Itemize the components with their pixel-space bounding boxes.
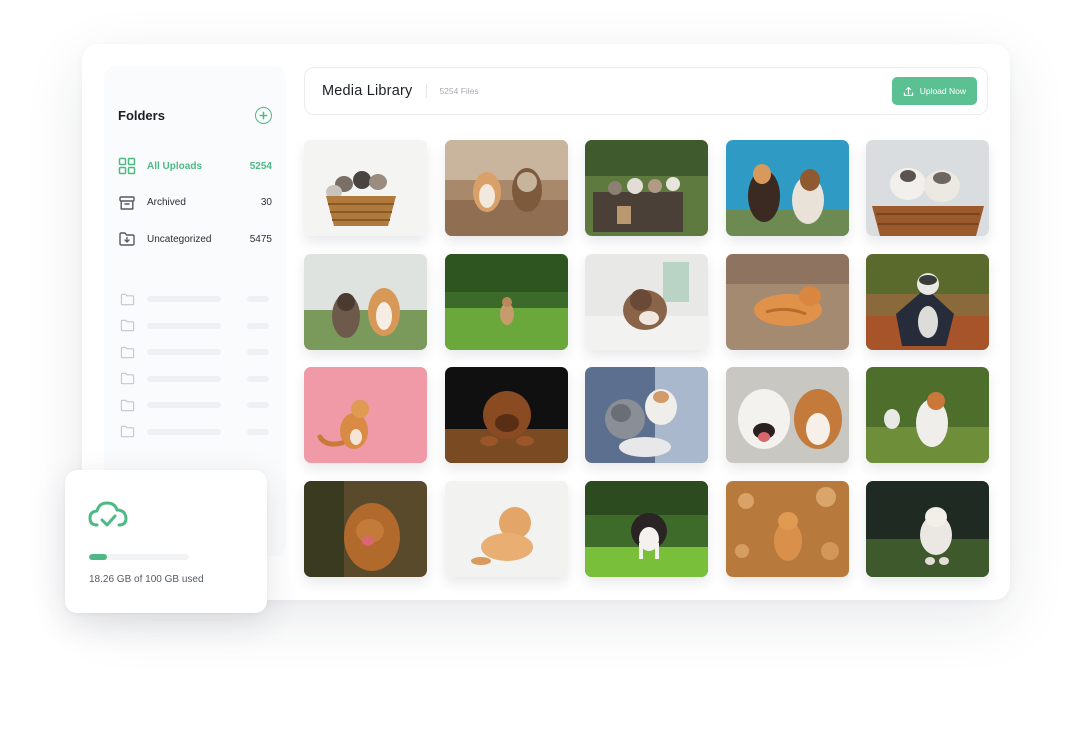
upload-button-label: Upload Now (919, 86, 966, 96)
puppy-and-corgi-grass-photo (304, 253, 427, 350)
placeholder-bar (147, 402, 221, 409)
folder-download-icon (119, 232, 135, 246)
placeholder-folder-row (120, 313, 272, 340)
puppy-on-bed-photo (585, 253, 708, 350)
file-count: 5254 Files (439, 86, 479, 96)
folder-label: Archived (147, 197, 186, 209)
media-thumbnail[interactable] (866, 367, 989, 463)
folder-label: Uncategorized (147, 233, 212, 245)
media-thumbnail[interactable] (725, 253, 849, 350)
placeholder-bar (147, 322, 221, 329)
media-grid (304, 140, 989, 577)
media-thumbnail[interactable] (725, 480, 849, 577)
ginger-kitten-white-photo (444, 480, 568, 577)
kitten-bokeh-photo (725, 480, 849, 577)
folder-outline-icon (120, 399, 135, 411)
cat-on-pink-photo (304, 367, 427, 463)
placeholder-folder-row (120, 366, 272, 393)
storage-usage-text: 18.26 GB of 100 GB used (89, 574, 204, 585)
placeholder-folder-row (120, 392, 272, 419)
upload-now-button[interactable]: Upload Now (891, 77, 977, 105)
puppy-on-table-photo (444, 367, 568, 463)
placeholder-folder-row (120, 339, 272, 366)
storage-progress-bar (89, 554, 189, 560)
golden-puppy-forest-photo (304, 480, 427, 577)
media-thumbnail[interactable] (866, 253, 989, 350)
sidebar-title: Folders (118, 107, 165, 123)
library-header: Media Library 5254 Files Upload Now (304, 67, 988, 115)
kitten-in-meadow-photo (444, 253, 568, 350)
header-divider (426, 84, 428, 98)
corgi-and-terrier-photo (444, 140, 568, 236)
media-thumbnail[interactable] (444, 140, 568, 236)
folder-item-uncategorized[interactable]: Uncategorized 5475 (118, 221, 272, 258)
media-thumbnail[interactable] (866, 140, 989, 236)
placeholder-bar (147, 375, 221, 382)
placeholder-bar (147, 296, 221, 303)
ginger-cat-lying-photo (725, 253, 849, 350)
folder-outline-icon (120, 320, 135, 332)
folder-label: All Uploads (147, 160, 203, 172)
plus-circle-icon (259, 111, 268, 119)
media-thumbnail[interactable] (444, 253, 568, 350)
media-thumbnail[interactable] (585, 253, 708, 350)
storage-usage-card: 18.26 GB of 100 GB used (65, 470, 267, 613)
placeholder-bar (247, 296, 269, 303)
upload-icon (903, 86, 913, 96)
placeholder-bar (247, 428, 269, 435)
kittens-in-basket-photo (304, 140, 427, 236)
media-thumbnail[interactable] (585, 480, 708, 577)
folder-count: 5475 (249, 233, 272, 245)
white-puppy-running-photo (866, 480, 989, 577)
media-thumbnail[interactable] (725, 140, 849, 236)
folder-outline-icon (120, 373, 135, 385)
media-thumbnail[interactable] (304, 480, 427, 577)
media-thumbnail[interactable] (304, 367, 427, 463)
add-folder-button[interactable] (255, 106, 272, 124)
placeholder-folder-row (120, 419, 272, 446)
kittens-on-blanket-photo (585, 367, 708, 463)
sidebar-header: Folders (118, 104, 272, 126)
stage: Folders All Uploads 5254 Archived 30 Unc… (0, 0, 1080, 745)
folder-list: All Uploads 5254 Archived 30 Uncategoriz… (118, 148, 272, 258)
page-title: Media Library (322, 83, 413, 99)
folder-outline-icon (120, 293, 135, 305)
placeholder-bar (247, 349, 269, 356)
media-thumbnail[interactable] (585, 140, 708, 236)
folder-outline-icon (120, 346, 135, 358)
two-dogs-sky-photo (725, 140, 849, 236)
kittens-in-crate-photo (585, 140, 708, 236)
storage-progress-fill (89, 554, 108, 560)
media-thumbnail[interactable] (304, 140, 427, 236)
folder-count: 30 (260, 197, 272, 209)
cloud-check-icon (88, 501, 128, 527)
collie-on-lawn-photo (585, 480, 708, 577)
media-thumbnail[interactable] (444, 480, 568, 577)
folder-outline-icon (120, 426, 135, 438)
media-thumbnail[interactable] (444, 367, 568, 463)
grid-icon (118, 158, 136, 175)
placeholder-bar (247, 375, 269, 382)
folder-item-all-uploads[interactable]: All Uploads 5254 (118, 148, 272, 185)
folder-item-archived[interactable]: Archived 30 (118, 185, 272, 222)
media-thumbnail[interactable] (725, 367, 849, 463)
media-thumbnail[interactable] (304, 253, 427, 350)
cat-in-flowers-photo (866, 367, 989, 463)
placeholder-bar (247, 402, 269, 409)
placeholder-bar (147, 349, 221, 356)
cats-in-basket-photo (866, 140, 989, 236)
placeholder-bar (147, 428, 221, 435)
placeholder-folder-list (120, 286, 272, 445)
archive-box-icon (119, 196, 135, 210)
media-thumbnail[interactable] (866, 480, 989, 577)
placeholder-folder-row (120, 286, 272, 313)
husky-in-autumn-photo (866, 253, 989, 350)
media-thumbnail[interactable] (585, 367, 708, 463)
placeholder-bar (247, 322, 269, 329)
folder-count: 5254 (249, 160, 272, 172)
smiling-dogs-photo (725, 367, 849, 463)
